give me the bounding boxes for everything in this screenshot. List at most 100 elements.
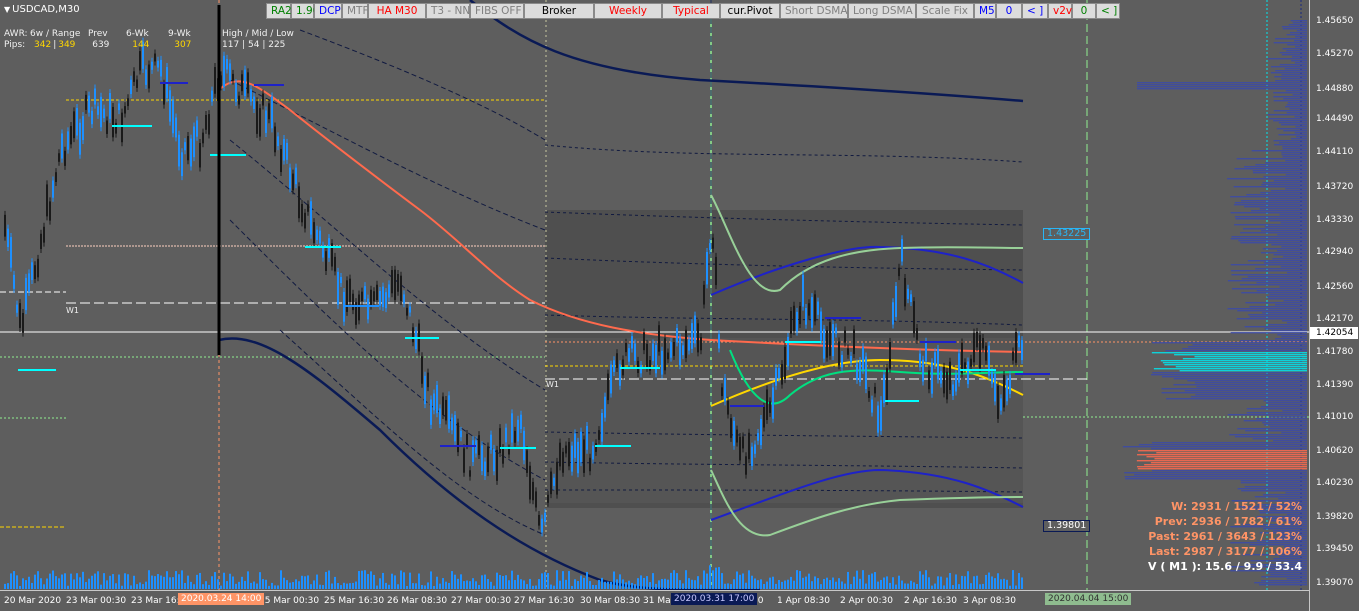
- volume-bar: [406, 585, 408, 589]
- volume-bar: [625, 582, 627, 589]
- toolbar-button-15[interactable]: 0: [996, 3, 1022, 19]
- volume-bar: [76, 573, 78, 589]
- candle-body: [1003, 374, 1005, 408]
- volume-bar: [277, 585, 279, 589]
- candle-body: [499, 428, 501, 454]
- candle-body: [232, 73, 234, 81]
- toolbar-button-14[interactable]: M5: [974, 3, 996, 19]
- volume-bar: [85, 582, 87, 589]
- awr-info: AWR: 6w / Range Prev 6-Wk 9-Wk Pips: 342…: [4, 29, 204, 51]
- volume-bar: [70, 573, 72, 589]
- stats-prev: Prev: 2936 / 1782 / 61%: [1154, 515, 1302, 528]
- volume-bar: [40, 578, 42, 589]
- volume-bar: [925, 570, 927, 589]
- volume-bar: [103, 573, 105, 589]
- toolbar-button-10[interactable]: cur.Pivot: [720, 3, 780, 19]
- profile-bar: [1261, 576, 1307, 578]
- toolbar-button-7[interactable]: Broker: [524, 3, 594, 19]
- volume-bar: [1006, 579, 1008, 589]
- candle-body: [493, 448, 495, 472]
- toolbar-button-4[interactable]: HA M30: [368, 3, 426, 19]
- toolbar-button-5[interactable]: T3 - NN: [426, 3, 470, 19]
- volume-bar: [724, 583, 726, 589]
- toolbar-button-18[interactable]: 0: [1072, 3, 1096, 19]
- toolbar-button-16[interactable]: < ]: [1022, 3, 1048, 19]
- candle-body: [580, 431, 582, 463]
- profile-bar: [1230, 332, 1307, 334]
- candle-body: [637, 360, 639, 374]
- volume-bar: [556, 570, 558, 589]
- volume-bar: [757, 580, 759, 589]
- candle-body: [472, 440, 474, 463]
- profile-bar: [1285, 174, 1307, 176]
- candle-body: [376, 284, 378, 300]
- profile-bar: [1166, 398, 1307, 400]
- volume-bar: [835, 581, 837, 589]
- volume-bar: [382, 572, 384, 589]
- volume-bar: [262, 579, 264, 589]
- toolbar-button-11[interactable]: Short DSMA: [780, 3, 848, 19]
- candle-body: [514, 430, 516, 443]
- candle-body: [277, 136, 279, 147]
- profile-bar: [1275, 80, 1307, 82]
- volume-bar: [592, 584, 594, 589]
- profile-bar: [1281, 26, 1307, 28]
- volume-bar: [940, 576, 942, 589]
- toolbar-button-3[interactable]: MTF: [342, 3, 369, 19]
- profile-bar: [1227, 280, 1307, 282]
- profile-bar: [1236, 318, 1307, 320]
- volume-bar: [634, 584, 636, 589]
- toolbar-button-6[interactable]: FIBS OFF: [470, 3, 524, 19]
- profile-bar: [1251, 150, 1307, 152]
- volume-bar: [745, 582, 747, 589]
- toolbar-button-9[interactable]: Typical: [662, 3, 720, 19]
- candle-body: [568, 441, 570, 467]
- toolbar-button-0[interactable]: RA2: [266, 3, 292, 19]
- price-tick: 1.39450: [1316, 544, 1354, 554]
- profile-bar: [1294, 40, 1307, 42]
- time-tick: 3 Apr 08:30: [963, 596, 1016, 606]
- profile-bar: [1194, 356, 1307, 358]
- volume-bar: [736, 571, 738, 589]
- toolbar-button-1[interactable]: 1.96: [291, 3, 319, 19]
- volume-bar: [874, 572, 876, 589]
- candle-body: [82, 116, 84, 141]
- volume-bar: [184, 582, 186, 589]
- profile-bar: [1286, 322, 1307, 324]
- volume-bar: [403, 572, 405, 589]
- toolbar-button-17[interactable]: v2v: [1048, 3, 1072, 19]
- candle-body: [760, 418, 762, 446]
- candle-body: [382, 286, 384, 308]
- candle-body: [226, 58, 228, 70]
- candle-body: [889, 341, 891, 369]
- profile-bar: [1286, 112, 1307, 114]
- profile-bar: [1283, 300, 1307, 302]
- toolbar-button-13[interactable]: Scale Fix: [916, 3, 974, 19]
- candle-body: [712, 237, 714, 249]
- candle-body: [649, 360, 651, 371]
- toolbar-button-19[interactable]: < ]: [1096, 3, 1120, 19]
- candle-body: [358, 294, 360, 321]
- volume-bar: [823, 578, 825, 589]
- volume-bar: [493, 585, 495, 589]
- toolbar-button-8[interactable]: Weekly: [594, 3, 662, 19]
- candle-body: [772, 387, 774, 419]
- candle-body: [436, 384, 438, 414]
- candle-body: [781, 364, 783, 385]
- profile-bar: [1240, 340, 1307, 342]
- profile-bar: [1281, 246, 1307, 248]
- candle-body: [46, 184, 48, 217]
- candle-body: [664, 338, 666, 371]
- volume-bar: [274, 585, 276, 589]
- volume-bar: [13, 571, 15, 589]
- profile-bar: [1245, 302, 1307, 304]
- price-chart[interactable]: [0, 0, 1309, 590]
- toolbar-button-12[interactable]: Long DSMA: [848, 3, 916, 19]
- volume-bar: [814, 576, 816, 589]
- volume-bar: [64, 573, 66, 589]
- candle-body: [121, 112, 123, 143]
- chart-area[interactable]: ▼ USDCAD,M30 AWR: 6w / Range Prev 6-Wk 9-…: [0, 0, 1359, 611]
- volume-bar: [313, 580, 315, 589]
- toolbar-button-2[interactable]: DCP: [314, 3, 342, 19]
- volume-bar: [427, 582, 429, 589]
